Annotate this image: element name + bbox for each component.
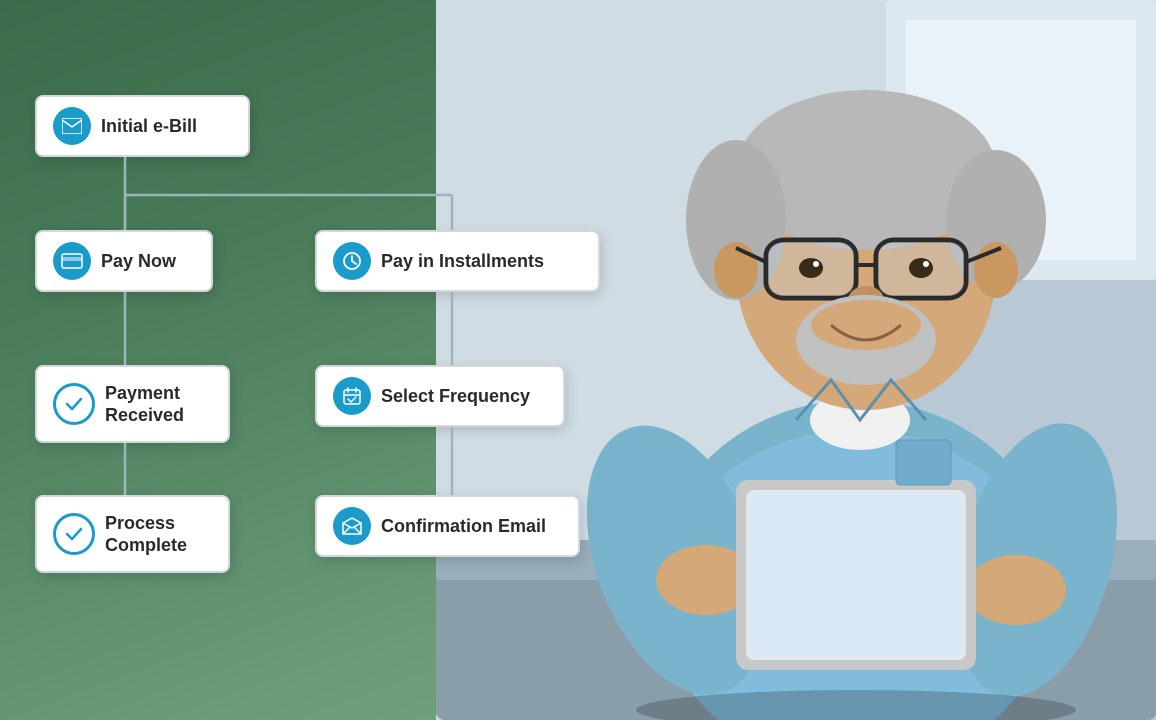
flow-diagram: Initial e-Bill Pay Now Pay in Installmen…	[15, 40, 695, 680]
select-frequency-label: Select Frequency	[381, 386, 530, 407]
check-circle-2-icon	[53, 513, 95, 555]
node-pay-now: Pay Now	[35, 230, 213, 292]
pay-installments-label: Pay in Installments	[381, 251, 544, 272]
node-confirmation-email: Confirmation Email	[315, 495, 580, 557]
confirmation-email-label: Confirmation Email	[381, 516, 546, 537]
process-complete-label: Process Complete	[105, 512, 212, 557]
node-initial-ebill: Initial e-Bill	[35, 95, 250, 157]
card-icon	[53, 242, 91, 280]
payment-received-label: Payment Received	[105, 382, 212, 427]
calendar-check-icon	[333, 377, 371, 415]
node-process-complete: Process Complete	[35, 495, 230, 573]
node-pay-installments: Pay in Installments	[315, 230, 600, 292]
clock-icon	[333, 242, 371, 280]
envelope-open-icon	[333, 507, 371, 545]
envelope-icon	[53, 107, 91, 145]
pay-now-label: Pay Now	[101, 251, 176, 272]
check-circle-icon	[53, 383, 95, 425]
node-select-frequency: Select Frequency	[315, 365, 565, 427]
initial-ebill-label: Initial e-Bill	[101, 116, 197, 137]
node-payment-received: Payment Received	[35, 365, 230, 443]
